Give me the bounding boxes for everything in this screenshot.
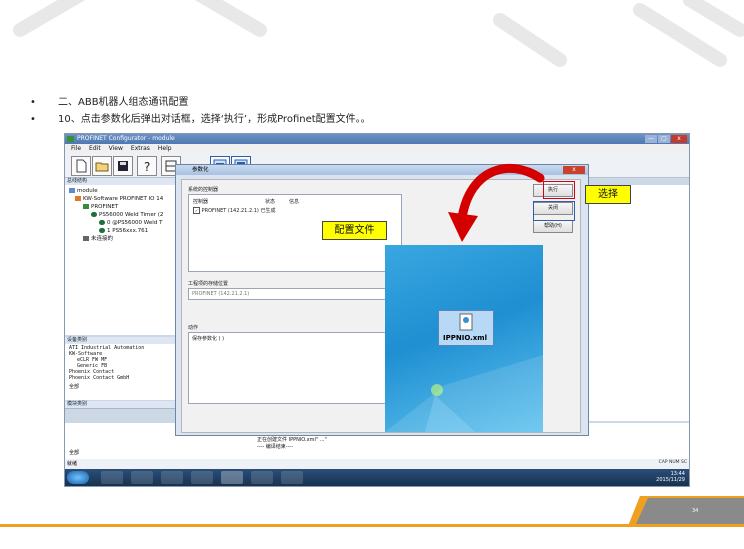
help-icon[interactable]: ? [137, 156, 157, 176]
app-titlebar: PROFINET Configurator - module — ▢ x [65, 134, 689, 144]
open-folder-icon[interactable] [92, 156, 112, 176]
tree-item[interactable]: 未连接的 [83, 235, 113, 243]
bus-structure-tree: module KW-Software PROFINET IO 14 PROFIN… [65, 185, 181, 335]
section-action-label: 动作 [188, 325, 199, 331]
taskbar-app[interactable] [251, 471, 273, 484]
device-icon [91, 212, 97, 217]
app-icon [67, 136, 74, 142]
bullet-row: • 10、点击参数化后弹出对话框，选择‘执行’，形成Profinet配置文件。。 [30, 111, 371, 128]
tree-item[interactable]: module [69, 187, 98, 195]
tree-item-label: KW-Software PROFINET IO 14 [83, 196, 164, 202]
bullet-text: 10、点击参数化后弹出对话框，选择‘执行’，形成Profinet配置文件。。 [58, 114, 371, 125]
status-text: 就绪 [67, 461, 78, 467]
storage-field[interactable]: PROFINET (142.21.2.1) [188, 288, 402, 300]
bullet-list: • 二、ABB机器人组态通讯配置 • 10、点击参数化后弹出对话框，选择‘执行’… [30, 94, 371, 128]
status-bar: 就绪 [65, 459, 689, 469]
select-callout: 选择 [585, 185, 631, 204]
section-controller-label: 系统的控制器 [188, 187, 219, 193]
system-clock[interactable]: 13:44 2015/11/29 [656, 471, 685, 483]
col-controller: 控制器 [193, 199, 209, 205]
window-controls: — ▢ x [645, 135, 687, 143]
bullet-marker: • [30, 97, 36, 108]
clock-date: 2015/11/29 [656, 477, 685, 483]
col-status: 状态 [265, 199, 276, 205]
menu-help[interactable]: Help [158, 144, 172, 153]
new-file-icon[interactable] [71, 156, 91, 176]
log-line: ---- 编译结束---- [257, 444, 294, 450]
row-controller-name: PROFINET (142.21.2.1) [201, 208, 259, 214]
taskbar: 13:44 2015/11/29 [65, 469, 689, 486]
tree-item-label: 0 @PS56000 Weld T [107, 220, 163, 226]
section-storage-label: 工程项的存储位置 [188, 281, 229, 287]
tree-item-label: 1 PS56xxx.761 [107, 228, 149, 234]
bullet-text: 二、ABB机器人组态通讯配置 [58, 97, 189, 108]
maximize-button[interactable]: ▢ [658, 135, 670, 143]
keyboard-status: CAP NUM SC [658, 460, 687, 465]
config-file-callout: 配置文件 [322, 221, 387, 240]
tree-item[interactable]: 0 @PS56000 Weld T [99, 219, 162, 227]
menu-view[interactable]: View [109, 144, 123, 153]
action-value: 保存参数化 ( ) [192, 336, 225, 342]
minimize-button[interactable]: — [645, 135, 657, 143]
footer-page-tab [628, 496, 744, 526]
network-icon [83, 204, 89, 209]
taskbar-app[interactable] [221, 471, 243, 484]
controller-row[interactable]: ✓ PROFINET (142.21.2.1) 已生成 [193, 207, 275, 214]
catalog-all-tab[interactable]: 全部 [69, 384, 79, 390]
taskbar-app[interactable] [281, 471, 303, 484]
menu-extras[interactable]: Extras [131, 144, 150, 153]
menu-file[interactable]: File [71, 144, 81, 153]
module-icon [69, 188, 75, 193]
tree-item-label: PS56000 Weld Timer (2 [99, 212, 164, 218]
catalog-item[interactable]: Phoenix Contact GmbH [69, 375, 129, 381]
storage-value: PROFINET (142.21.2.1) [192, 291, 250, 297]
app-title: PROFINET Configurator - module [77, 135, 175, 142]
device-icon [99, 228, 105, 233]
bullet-marker: • [30, 114, 36, 125]
device-icon [99, 220, 105, 225]
tree-item-label: PROFINET [91, 204, 119, 210]
taskbar-app[interactable] [101, 471, 123, 484]
save-icon[interactable] [113, 156, 133, 176]
tree-item-label: module [77, 188, 98, 194]
tree-item-label: 未连接的 [91, 236, 114, 242]
xml-file-label: IPPNIO.xml [443, 334, 487, 342]
page-number: 34 [692, 508, 699, 514]
taskbar-app[interactable] [131, 471, 153, 484]
row-checkbox[interactable]: ✓ [193, 207, 200, 214]
menu-edit[interactable]: Edit [89, 144, 101, 153]
row-status: 已生成 [260, 208, 276, 214]
start-button[interactable] [67, 471, 89, 484]
output-log: 正在创建文件 IPPNIO.xml" ..." ---- 编译结束---- [257, 437, 327, 451]
output-all-tab[interactable]: 全部 [69, 449, 79, 456]
unconnected-icon [83, 236, 89, 241]
action-box: 保存参数化 ( ) [188, 332, 402, 404]
close-button[interactable]: x [671, 135, 687, 143]
taskbar-app[interactable] [161, 471, 183, 484]
bullet-row: • 二、ABB机器人组态通讯配置 [30, 94, 371, 111]
dialog-close-icon[interactable]: x [563, 166, 585, 174]
module-catalog-header: 模块类别 [65, 401, 179, 409]
tree-item[interactable]: 1 PS56xxx.761 [99, 227, 148, 235]
tree-item[interactable]: PROFINET [83, 203, 118, 211]
menu-bar: File Edit View Extras Help [65, 144, 689, 153]
curved-red-arrow [448, 163, 545, 242]
log-line: 正在创建文件 IPPNIO.xml" ..." [257, 437, 327, 443]
tree-item[interactable]: KW-Software PROFINET IO 14 [75, 195, 163, 203]
taskbar-app[interactable] [191, 471, 213, 484]
col-info: 信息 [289, 199, 300, 205]
svg-text:?: ? [144, 160, 150, 174]
device-catalog-list: ATI Industrial Automation KW-Software eC… [65, 344, 181, 400]
tree-item[interactable]: PS56000 Weld Timer (2 [91, 211, 163, 219]
software-icon [75, 196, 81, 201]
